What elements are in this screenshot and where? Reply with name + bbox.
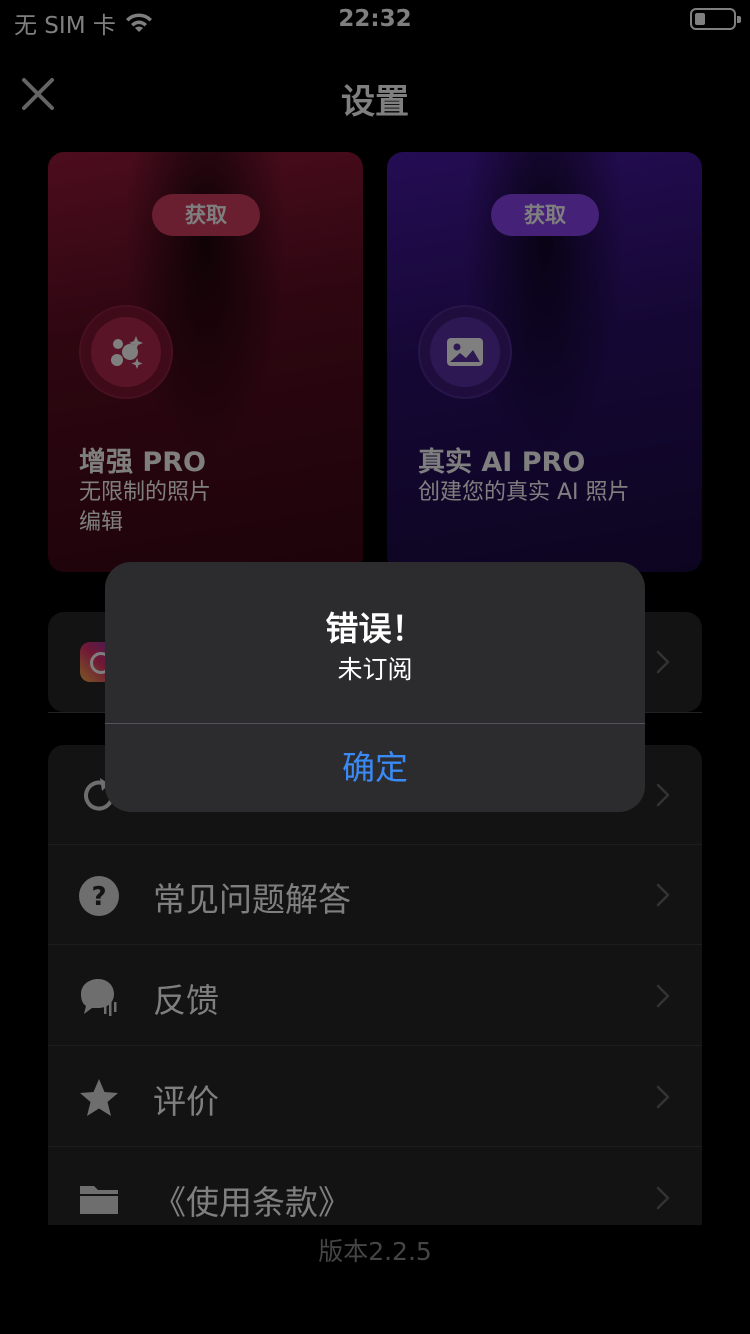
alert-title: 错误！ [325, 609, 425, 648]
alert-message: 未订阅 [337, 655, 413, 684]
error-alert: 错误！ 未订阅 确定 [105, 562, 645, 812]
confirm-button[interactable]: 确定 [105, 724, 645, 812]
